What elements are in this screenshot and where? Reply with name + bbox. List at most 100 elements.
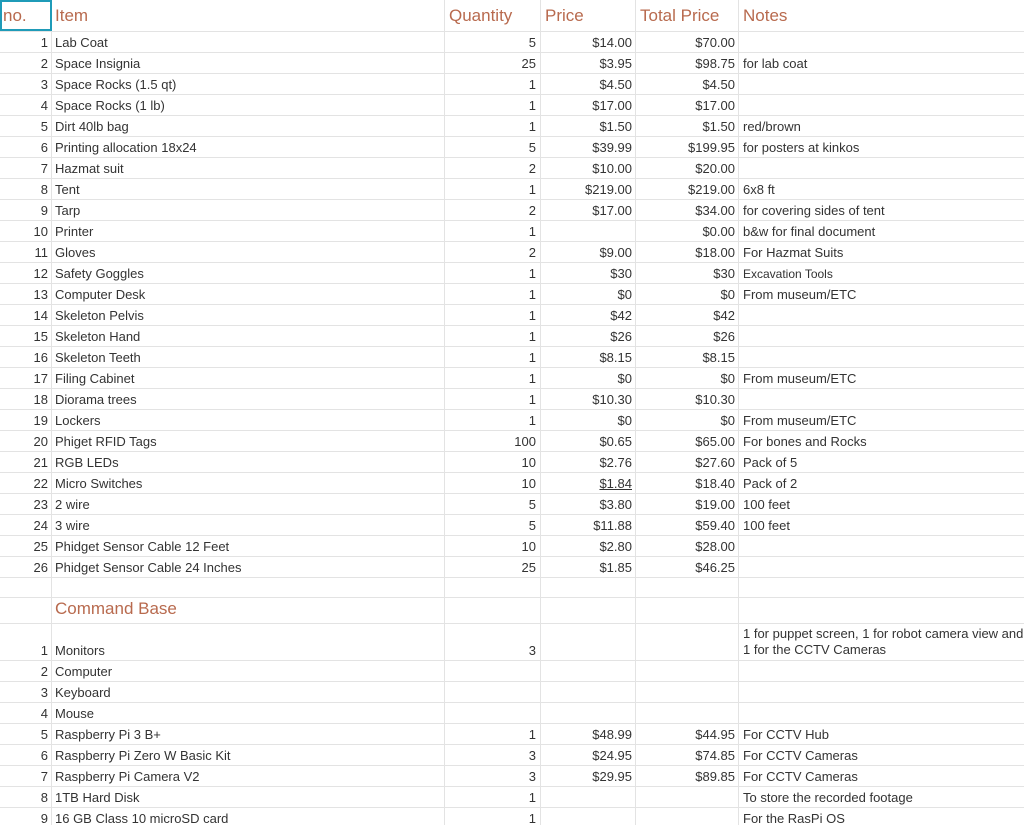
cell-no[interactable]: 10 xyxy=(0,221,52,241)
cell-no[interactable]: 19 xyxy=(0,410,52,430)
cell-no[interactable]: 16 xyxy=(0,347,52,367)
cell-notes[interactable]: From museum/ETC xyxy=(739,284,1024,304)
cell-quantity[interactable]: 1 xyxy=(445,74,541,94)
cell-price[interactable]: $9.00 xyxy=(541,242,636,262)
cell-notes[interactable] xyxy=(739,95,1024,115)
cell-notes[interactable] xyxy=(739,578,1024,597)
cell-item[interactable]: Mouse xyxy=(52,703,445,723)
cell-quantity[interactable]: 5 xyxy=(445,137,541,157)
cell-price[interactable] xyxy=(541,808,636,825)
cell-total[interactable]: $28.00 xyxy=(636,536,739,556)
cell-notes[interactable]: 6x8 ft xyxy=(739,179,1024,199)
cell-no[interactable]: 23 xyxy=(0,494,52,514)
cell-price[interactable]: $14.00 xyxy=(541,32,636,52)
cell-notes[interactable]: For bones and Rocks xyxy=(739,431,1024,451)
cell-total[interactable]: $0.00 xyxy=(636,221,739,241)
cell-quantity[interactable] xyxy=(445,682,541,702)
cell-total[interactable]: $44.95 xyxy=(636,724,739,744)
cell-no[interactable]: 24 xyxy=(0,515,52,535)
cell-total[interactable] xyxy=(636,682,739,702)
cell-no[interactable]: 2 xyxy=(0,661,52,681)
cell-notes[interactable] xyxy=(739,74,1024,94)
header-price[interactable]: Price xyxy=(541,0,636,31)
cell-quantity[interactable]: 25 xyxy=(445,53,541,73)
cell-price[interactable]: $1.85 xyxy=(541,557,636,577)
cell-notes[interactable] xyxy=(739,32,1024,52)
cell-no[interactable]: 26 xyxy=(0,557,52,577)
cell-price[interactable]: $219.00 xyxy=(541,179,636,199)
cell-quantity[interactable]: 1 xyxy=(445,263,541,283)
cell-quantity[interactable]: 1 xyxy=(445,116,541,136)
cell-price[interactable] xyxy=(541,682,636,702)
cell-quantity[interactable]: 1 xyxy=(445,368,541,388)
cell-quantity[interactable]: 2 xyxy=(445,242,541,262)
cell-total[interactable]: $10.30 xyxy=(636,389,739,409)
cell-quantity[interactable]: 10 xyxy=(445,536,541,556)
cell-total[interactable]: $0 xyxy=(636,410,739,430)
cell-no[interactable]: 5 xyxy=(0,724,52,744)
cell-notes[interactable]: For CCTV Cameras xyxy=(739,745,1024,765)
cell-quantity[interactable]: 1 xyxy=(445,808,541,825)
cell-notes[interactable]: For CCTV Hub xyxy=(739,724,1024,744)
cell-item[interactable]: Phidget Sensor Cable 24 Inches xyxy=(52,557,445,577)
cell-total[interactable] xyxy=(636,624,739,660)
cell-item[interactable]: Safety Goggles xyxy=(52,263,445,283)
cell-no[interactable]: 3 xyxy=(0,682,52,702)
cell-total[interactable]: $4.50 xyxy=(636,74,739,94)
cell-no[interactable]: 5 xyxy=(0,116,52,136)
cell-no[interactable]: 11 xyxy=(0,242,52,262)
cell-total[interactable]: $70.00 xyxy=(636,32,739,52)
cell-notes[interactable]: For CCTV Cameras xyxy=(739,766,1024,786)
cell-item[interactable]: Monitors xyxy=(52,624,445,660)
cell-no[interactable]: 9 xyxy=(0,200,52,220)
cell-quantity[interactable]: 10 xyxy=(445,452,541,472)
cell-total[interactable]: $46.25 xyxy=(636,557,739,577)
cell-total[interactable]: $19.00 xyxy=(636,494,739,514)
cell-price[interactable]: $2.80 xyxy=(541,536,636,556)
cell-quantity[interactable]: 100 xyxy=(445,431,541,451)
cell-no[interactable]: 6 xyxy=(0,137,52,157)
cell-price[interactable] xyxy=(541,578,636,597)
cell-total[interactable]: $26 xyxy=(636,326,739,346)
cell-item[interactable]: Skeleton Pelvis xyxy=(52,305,445,325)
cell-price[interactable]: $3.80 xyxy=(541,494,636,514)
cell-price[interactable]: $30 xyxy=(541,263,636,283)
cell-notes[interactable]: for posters at kinkos xyxy=(739,137,1024,157)
cell-quantity[interactable]: 5 xyxy=(445,32,541,52)
cell-notes[interactable]: 100 feet xyxy=(739,515,1024,535)
cell-item[interactable]: Lab Coat xyxy=(52,32,445,52)
cell-price[interactable]: $48.99 xyxy=(541,724,636,744)
cell-no[interactable]: 17 xyxy=(0,368,52,388)
cell-price[interactable]: $17.00 xyxy=(541,95,636,115)
cell-price[interactable]: $1.84 xyxy=(541,473,636,493)
cell-quantity[interactable]: 10 xyxy=(445,473,541,493)
cell-total[interactable]: $0 xyxy=(636,368,739,388)
cell-total[interactable]: $18.00 xyxy=(636,242,739,262)
cell-item[interactable]: Raspberry Pi Zero W Basic Kit xyxy=(52,745,445,765)
cell-notes[interactable]: Pack of 5 xyxy=(739,452,1024,472)
cell-total[interactable]: $0 xyxy=(636,284,739,304)
cell-no[interactable]: 7 xyxy=(0,766,52,786)
cell-quantity[interactable]: 1 xyxy=(445,95,541,115)
cell-item[interactable]: Diorama trees xyxy=(52,389,445,409)
cell-quantity[interactable]: 3 xyxy=(445,766,541,786)
cell-item[interactable]: Space Insignia xyxy=(52,53,445,73)
cell-no[interactable]: 1 xyxy=(0,624,52,660)
cell-total[interactable]: $59.40 xyxy=(636,515,739,535)
cell-notes[interactable]: For the RasPi OS xyxy=(739,808,1024,825)
cell-notes[interactable]: for lab coat xyxy=(739,53,1024,73)
cell-no[interactable]: 7 xyxy=(0,158,52,178)
cell-total[interactable]: $98.75 xyxy=(636,53,739,73)
cell-total[interactable]: $199.95 xyxy=(636,137,739,157)
cell-no[interactable]: 21 xyxy=(0,452,52,472)
cell-price[interactable]: $3.95 xyxy=(541,53,636,73)
cell-notes[interactable]: red/brown xyxy=(739,116,1024,136)
cell-price[interactable]: $0 xyxy=(541,284,636,304)
cell-no[interactable]: 1 xyxy=(0,32,52,52)
cell-no[interactable]: 3 xyxy=(0,74,52,94)
cell-notes[interactable] xyxy=(739,682,1024,702)
cell-total[interactable]: $27.60 xyxy=(636,452,739,472)
cell-quantity[interactable]: 1 xyxy=(445,221,541,241)
cell-no[interactable]: 25 xyxy=(0,536,52,556)
cell-price[interactable] xyxy=(541,661,636,681)
